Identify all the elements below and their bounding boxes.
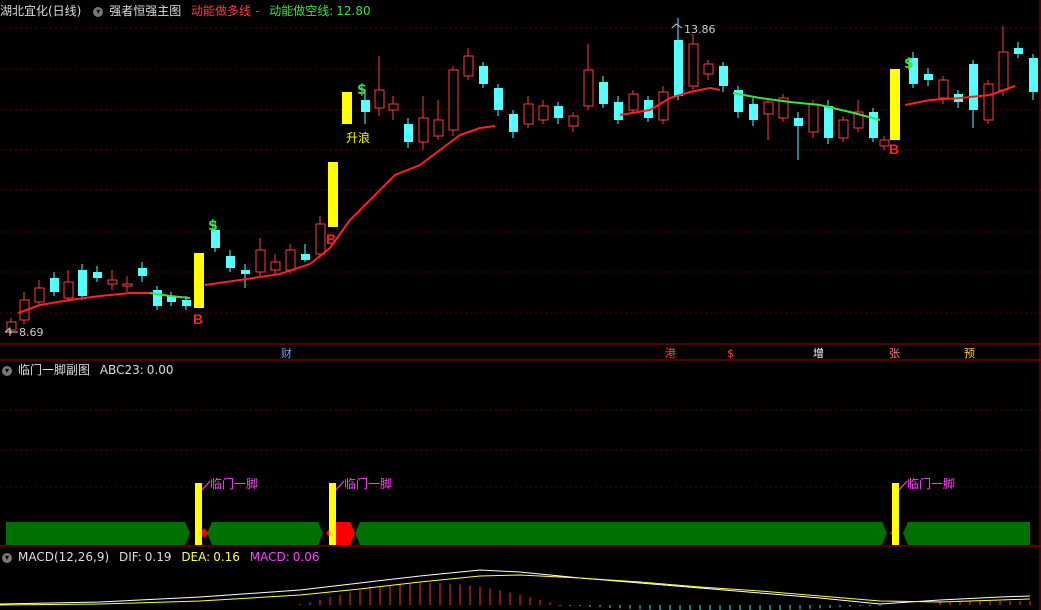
buy-signal-label: B	[889, 141, 899, 157]
status-band-green	[207, 522, 323, 545]
candle-body	[794, 118, 803, 126]
buy-signal-label: B	[326, 231, 336, 247]
macd-histogram	[299, 583, 1031, 610]
candle-body	[285, 249, 296, 271]
candle-body	[122, 283, 133, 287]
candle-body	[388, 103, 399, 111]
candle-body	[808, 103, 819, 133]
candle-body	[554, 106, 563, 118]
candle-body	[138, 268, 147, 276]
macd-dea-line	[0, 574, 1031, 606]
candle-body	[226, 256, 235, 268]
candle-body	[404, 124, 413, 142]
candle-body	[599, 82, 608, 104]
candle-body	[538, 105, 549, 121]
signal-bar	[342, 92, 352, 124]
candle-body	[628, 93, 639, 111]
candle-body	[983, 83, 994, 121]
candle-body	[93, 272, 102, 278]
high-price-label: 13.86	[684, 23, 716, 36]
candle-body	[998, 51, 1009, 91]
candle-body	[107, 279, 118, 285]
event-marker[interactable]: 预	[964, 347, 975, 360]
wave-label: 升浪	[346, 130, 370, 145]
candle-body	[50, 278, 59, 292]
dollar-signal: $	[904, 56, 914, 72]
sub-signal-bar	[329, 483, 336, 545]
candlestick-series[interactable]	[6, 18, 1038, 334]
candle-body	[879, 139, 890, 147]
candle-body	[568, 115, 579, 127]
sub-signal-bar	[892, 483, 899, 545]
candle-body	[969, 64, 978, 110]
sub-signal-label: 临门一脚	[907, 476, 955, 491]
candle-body	[361, 100, 370, 112]
candle-body	[1014, 48, 1023, 54]
candle-body	[838, 119, 849, 139]
status-band-green	[903, 522, 1030, 545]
candle-body	[270, 261, 281, 271]
low-price-label: 8.69	[19, 326, 44, 339]
candle-body	[315, 223, 326, 255]
candle-body	[938, 79, 949, 99]
candle-body	[523, 103, 534, 125]
sub-signal-bar	[195, 483, 202, 545]
candle-body	[374, 89, 385, 109]
event-marker[interactable]: $	[727, 347, 734, 360]
sub-signal-label: 临门一脚	[344, 476, 392, 491]
candle-body	[479, 66, 488, 84]
candle-body	[34, 287, 45, 303]
candle-body	[463, 55, 474, 77]
candle-body	[494, 88, 503, 110]
status-band-green	[355, 522, 887, 545]
candle-body	[255, 249, 266, 273]
signal-pointer	[201, 480, 211, 491]
status-band-red	[336, 522, 355, 545]
candle-body	[448, 69, 459, 131]
candle-body	[63, 281, 74, 299]
candle-body	[658, 91, 669, 121]
candle-body	[153, 290, 162, 306]
candle-body	[763, 101, 774, 115]
candle-body	[749, 104, 758, 120]
candle-body	[924, 74, 933, 80]
candle-body	[869, 112, 878, 138]
candle-body	[614, 102, 623, 120]
event-marker[interactable]: 港	[665, 347, 676, 360]
buy-signal-label: B	[193, 311, 203, 327]
dollar-signal: $	[357, 82, 367, 98]
candle-body	[433, 119, 444, 137]
chart-canvas[interactable]: B B B $ $ $ 升浪 13.86 8.69 财 港 $ 增 张 预 临门…	[0, 0, 1041, 610]
candle-body	[418, 117, 429, 143]
candle-body	[674, 40, 683, 96]
candle-body	[688, 43, 699, 87]
candle-body	[509, 114, 518, 132]
signal-bar	[890, 69, 900, 140]
candle-body	[703, 63, 714, 75]
candle-body	[1029, 58, 1038, 92]
event-marker[interactable]: 财	[281, 346, 292, 360]
dollar-signal: $	[208, 218, 218, 234]
candle-body	[824, 106, 833, 138]
event-marker[interactable]: 张	[889, 347, 900, 360]
high-marker-icon	[671, 23, 683, 29]
candle-body	[719, 66, 728, 86]
signal-bar	[194, 253, 204, 308]
event-marker[interactable]: 增	[813, 346, 824, 360]
signal-pointer	[335, 480, 345, 491]
signal-pointer	[898, 480, 908, 491]
candle-body	[241, 270, 250, 274]
candle-body	[583, 69, 594, 107]
candle-body	[182, 300, 191, 306]
status-band-green	[6, 522, 190, 545]
sub-signal-label: 临门一脚	[210, 476, 258, 491]
candle-body	[301, 254, 310, 260]
candle-body	[78, 270, 87, 296]
signal-bar	[328, 162, 338, 227]
